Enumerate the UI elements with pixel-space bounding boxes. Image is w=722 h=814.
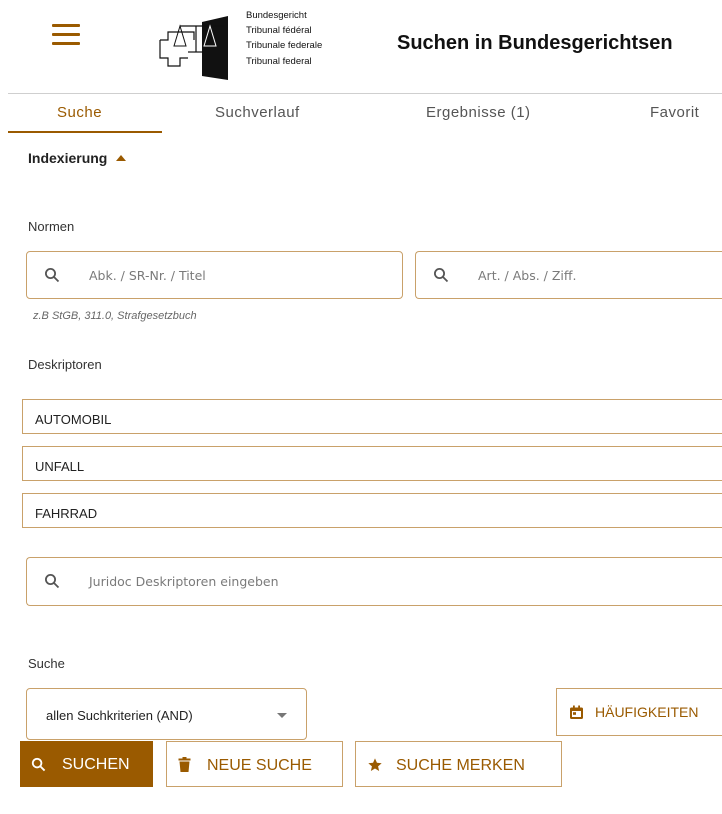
court-name-it: Tribunale federale [246,40,323,52]
search-mode-select[interactable]: allen Suchkriterien (AND) [26,688,307,740]
normen-label: Normen [28,219,75,234]
norm-title-input[interactable]: Abk. / SR-Nr. / Titel [26,251,403,299]
court-name-block: Bundesgericht Tribunal fédéral Tribunale… [246,8,322,69]
hamburger-menu-button[interactable] [52,24,80,48]
search-mode-value: allen Suchkriterien (AND) [46,708,193,723]
calendar-icon [570,705,583,719]
descriptor-search-input[interactable]: Juridoc Deskriptoren eingeben [26,557,722,606]
search-icon [45,268,60,283]
dropdown-caret-icon [277,713,287,718]
suche-label: Suche [28,656,65,671]
header-divider [8,93,722,94]
search-icon [434,268,449,283]
indexing-label: Indexierung [28,150,108,166]
search-button-label: SUCHEN [62,756,130,773]
active-tab-indicator [8,131,162,133]
save-search-button[interactable]: SUCHE MERKEN [355,741,562,787]
descriptor-chip-automobil[interactable]: AUTOMOBIL [22,399,722,434]
descriptor-chip-unfall[interactable]: UNFALL [22,446,722,481]
page-title: Suchen in Bundesgerichtsen [397,32,673,54]
search-icon [31,757,46,772]
norm-title-placeholder: Abk. / SR-Nr. / Titel [89,268,206,283]
norm-article-input[interactable]: Art. / Abs. / Ziff. [415,251,722,299]
court-name-rm: Tribunal federal [246,55,312,67]
search-icon [45,574,60,589]
trash-icon [178,757,191,772]
search-button[interactable]: SUCHEN [20,741,153,787]
normen-hint: z.B StGB, 311.0, Strafgesetzbuch [33,310,197,322]
descriptor-search-placeholder: Juridoc Deskriptoren eingeben [89,574,279,589]
new-search-label: NEUE SUCHE [207,757,312,774]
collapse-triangle-icon [116,155,127,161]
frequency-button[interactable]: HÄUFIGKEITEN [556,688,722,736]
tab-suche[interactable]: Suche [57,104,102,121]
new-search-button[interactable]: NEUE SUCHE [166,741,343,787]
save-search-label: SUCHE MERKEN [396,757,525,774]
star-icon [368,758,382,771]
descriptor-chip-fahrrad[interactable]: FAHRRAD [22,493,722,528]
deskriptoren-label: Deskriptoren [28,357,102,372]
indexing-toggle[interactable]: Indexierung [28,150,127,166]
tab-favoriten[interactable]: Favorit [650,104,699,121]
frequency-label: HÄUFIGKEITEN [595,704,699,720]
tab-suchverlauf[interactable]: Suchverlauf [215,104,300,121]
court-name-de: Bundesgericht [246,10,307,21]
court-name-fr: Tribunal fédéral [246,25,312,37]
tab-ergebnisse[interactable]: Ergebnisse (1) [426,104,531,121]
norm-article-placeholder: Art. / Abs. / Ziff. [478,268,577,283]
